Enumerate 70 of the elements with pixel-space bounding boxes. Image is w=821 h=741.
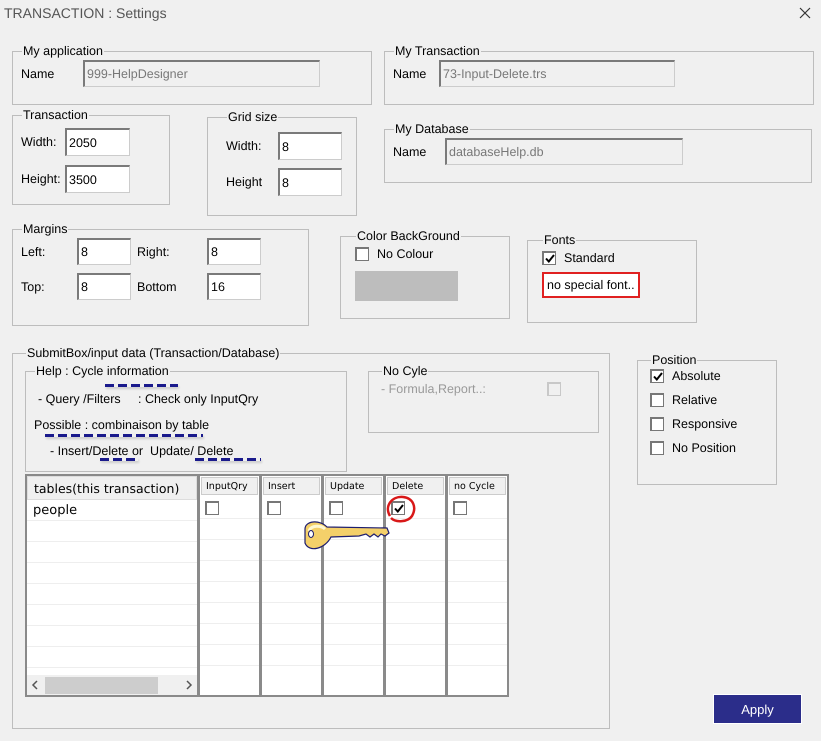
dashed-underline [100,458,138,461]
field-label: Bottom [137,280,178,294]
field-label: Top: [21,280,46,294]
column-header: tables(this transaction) [27,476,197,500]
position-checkbox[interactable]: Responsive [650,417,768,431]
close-icon[interactable] [799,7,811,19]
name-field[interactable]: databaseHelp.db [445,138,683,165]
name-label: Name [393,144,428,158]
checkbox[interactable] [453,501,467,515]
group-title: My Database [394,122,470,136]
check-icon [394,504,404,513]
checkbox[interactable] [391,501,405,515]
number-field[interactable]: 8 [77,273,131,300]
field-label: Width: [226,139,262,153]
group-title: My application [22,44,104,58]
number-field[interactable]: 8 [207,238,261,265]
position-checkbox[interactable]: Relative [650,393,768,407]
horizontal-scrollbar[interactable] [27,675,197,695]
number-field[interactable]: 8 [278,168,342,196]
circle-annotation [384,494,418,524]
name-field[interactable]: 999-HelpDesigner [83,60,320,87]
help-text: - Insert/Delete or Update/ Delete [50,444,234,459]
group-title: Grid size [227,110,278,124]
window-title: TRANSACTION : Settings [4,5,167,21]
group-title: Fonts [543,233,576,247]
colour-swatch[interactable] [355,271,458,301]
column-header: InputQry [201,477,258,495]
no-colour-checkbox[interactable]: No Colour [355,247,434,261]
checkbox[interactable] [267,501,281,515]
group-title: My Transaction [394,44,481,58]
help-text: Possible : combinaison by table [34,418,210,433]
column-header: Insert [263,477,320,495]
formula-label: - Formula,Report..: [381,382,486,396]
group-title: Help : Cycle information [35,364,170,378]
field-label: Height: [21,172,59,186]
column-header: Delete [387,477,444,495]
group-title: No Cyle [382,364,428,378]
apply-button[interactable]: Apply [713,694,802,724]
check-icon [652,372,662,381]
field-label: Left: [21,244,46,258]
help-text: - Query /Filters : Check only InputQry [38,392,258,407]
position-checkbox[interactable]: No Position [650,441,768,455]
number-field[interactable]: 16 [207,273,261,300]
number-field[interactable]: 8 [77,238,131,265]
number-field[interactable]: 2050 [65,128,130,156]
number-field[interactable]: 8 [278,132,342,160]
position-checkbox[interactable]: Absolute [650,369,768,383]
group-title: SubmitBox/input data (Transaction/Database) [26,346,280,360]
name-field[interactable]: 73-Input-Delete.trs [439,60,675,87]
column-header: no Cycle [449,477,506,495]
group-title: Transaction [22,108,89,122]
field-label: Right: [137,244,171,258]
checkbox[interactable] [205,501,219,515]
standard-checkbox[interactable]: Standard [542,251,615,265]
scroll-right-icon[interactable] [185,680,193,690]
font-note: no special font.. [542,272,640,298]
field-label: Height [226,175,264,189]
check-icon [544,254,554,263]
dashed-underline [195,458,261,461]
number-field[interactable]: 3500 [65,165,130,193]
name-label: Name [393,66,428,80]
group-title: Margins [22,222,68,236]
group-title: Color BackGround [356,229,461,243]
column-header: Update [325,477,382,495]
name-label: Name [21,66,56,80]
field-label: Width: [21,135,58,149]
table-cell[interactable]: people [33,502,78,518]
scroll-left-icon[interactable] [31,680,39,690]
checkbox[interactable] [329,501,343,515]
group-title: Position [651,353,698,367]
